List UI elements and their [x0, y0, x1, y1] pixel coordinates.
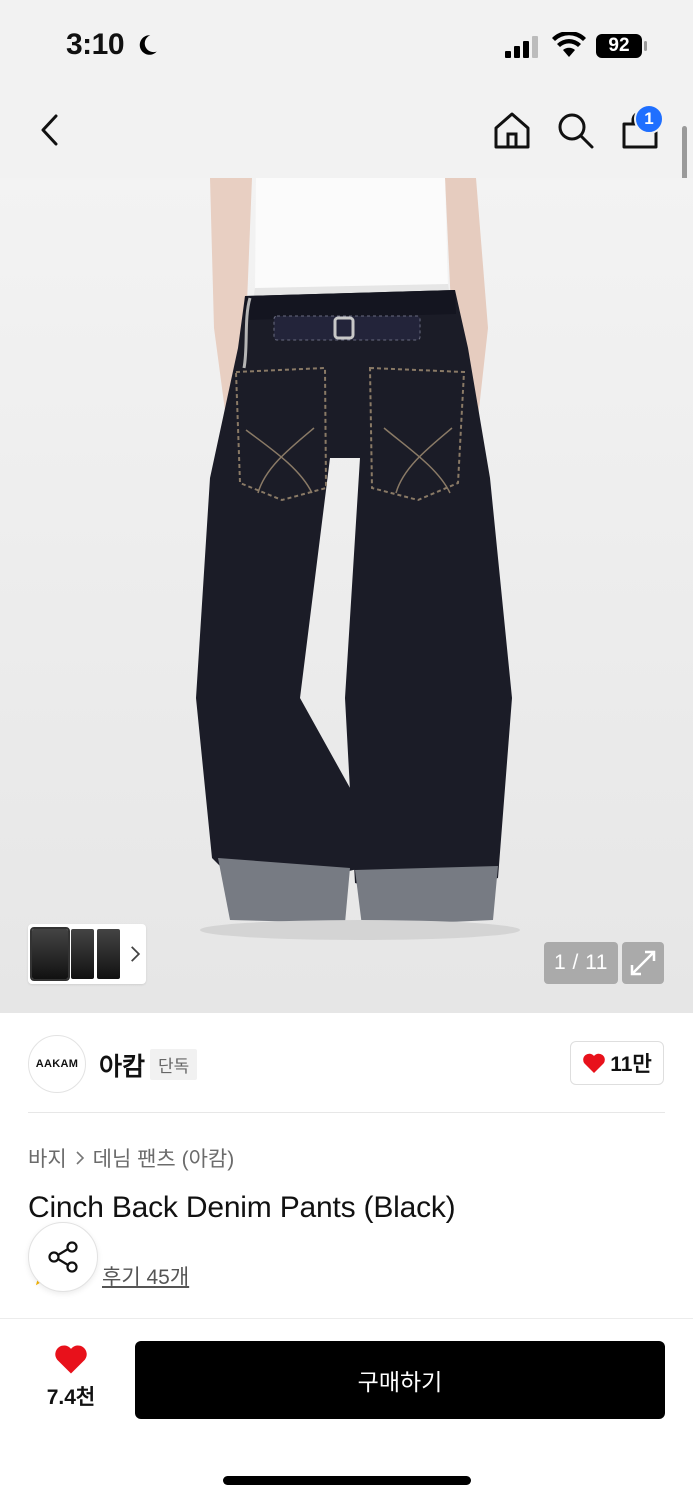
moon-icon	[139, 35, 157, 55]
heart-icon	[55, 1345, 87, 1374]
product-title: Cinch Back Denim Pants (Black)	[28, 1191, 456, 1224]
buy-button[interactable]: 구매하기	[135, 1341, 665, 1419]
expand-image-button[interactable]	[622, 942, 664, 984]
share-button[interactable]	[28, 1222, 98, 1292]
chevron-right-icon	[131, 946, 141, 962]
brand-name[interactable]: 아캄	[99, 1047, 145, 1083]
status-bar: 3:10 92	[0, 0, 693, 90]
review-count-link[interactable]: 후기 45개	[102, 1261, 189, 1291]
breadcrumb: 바지 데님 팬츠 (아캄)	[28, 1143, 234, 1173]
thumbnail-1[interactable]	[30, 927, 70, 981]
battery-level: 92	[608, 35, 630, 56]
brand-logo[interactable]: AAKAM	[28, 1035, 86, 1093]
wifi-icon	[552, 32, 586, 57]
breadcrumb-item[interactable]: 바지	[28, 1143, 67, 1173]
back-chevron-icon	[41, 114, 58, 146]
thumbnail-2[interactable]	[70, 929, 95, 979]
status-time: 3:10	[66, 28, 125, 61]
wishlist-count: 7.4천	[46, 1386, 96, 1409]
product-photo	[196, 178, 520, 940]
image-counter: 1 / 11	[544, 942, 618, 984]
back-button[interactable]	[28, 108, 72, 152]
home-indicator[interactable]	[223, 1476, 471, 1485]
brand-like-count: 11만	[610, 1053, 652, 1076]
breadcrumb-item[interactable]: 데님 팬츠 (아캄)	[93, 1143, 235, 1173]
signal-icon	[505, 36, 538, 58]
navigation-bar	[0, 90, 693, 178]
chevron-right-icon	[76, 1151, 84, 1165]
search-icon	[558, 113, 594, 149]
thumbnail-3[interactable]	[97, 929, 121, 979]
exclusive-tag: 단독	[150, 1049, 198, 1080]
divider	[28, 1112, 665, 1113]
search-button[interactable]	[553, 108, 597, 152]
home-button[interactable]	[490, 108, 534, 152]
brand-like-button[interactable]: 11만	[570, 1041, 664, 1085]
product-image[interactable]	[0, 178, 693, 1013]
expand-icon	[630, 950, 656, 976]
wishlist-button[interactable]: 7.4천	[40, 1343, 102, 1417]
heart-icon	[583, 1053, 606, 1073]
share-icon	[48, 1241, 78, 1273]
image-thumbnail-strip[interactable]	[28, 924, 146, 984]
brand-row[interactable]: AAKAM 아캄 단독 11만	[0, 1013, 693, 1113]
home-icon	[494, 112, 530, 149]
battery-icon: 92	[596, 33, 648, 59]
bottom-action-bar: 7.4천 구매하기	[0, 1318, 693, 1500]
cart-count-badge: 1	[634, 104, 664, 134]
